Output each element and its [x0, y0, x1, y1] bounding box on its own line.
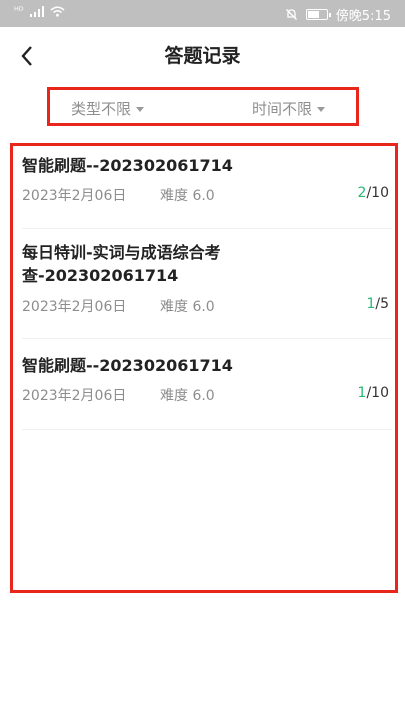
bell-off-icon [285, 8, 298, 21]
record-difficulty: 难度 6.0 [160, 388, 215, 404]
record-difficulty: 难度 6.0 [160, 299, 215, 315]
status-right: 傍晚5:15 [285, 5, 391, 24]
record-date: 2023年2月06日 [22, 299, 127, 315]
status-left: ᴴᴰ [14, 5, 65, 17]
score-total: /10 [366, 185, 389, 201]
record-title: 智能刷题--202302061714 [22, 156, 233, 175]
record-date: 2023年2月06日 [22, 388, 127, 404]
type-filter-label: 类型不限 [71, 100, 132, 118]
record-meta: 2023年2月06日 难度 6.0 1/5 [22, 296, 392, 316]
wifi-icon [50, 6, 65, 17]
score-total: /10 [366, 385, 389, 401]
time-filter-dropdown[interactable]: 时间不限 [252, 98, 326, 119]
score-total: /5 [375, 296, 389, 312]
time-filter-label: 时间不限 [252, 100, 313, 118]
record-date: 2023年2月06日 [22, 188, 127, 204]
record-meta: 2023年2月06日 难度 6.0 2/10 [22, 185, 392, 205]
filter-bar: 类型不限 时间不限 [47, 87, 359, 126]
caret-down-icon [136, 106, 145, 112]
record-score: 2/10 [358, 185, 389, 201]
status-time: 傍晚5:15 [335, 9, 391, 24]
record-item[interactable]: 每日特训-实词与成语综合考 查-202302061714 2023年2月06日 … [22, 241, 392, 339]
carrier-mark: ᴴᴰ [14, 6, 24, 17]
record-score: 1/10 [358, 385, 389, 401]
record-item[interactable]: 智能刷题--202302061714 2023年2月06日 难度 6.0 2/1… [22, 154, 392, 229]
type-filter-dropdown[interactable]: 类型不限 [71, 98, 145, 119]
record-title-line2: 查-202302061714 [22, 266, 179, 285]
record-list: 智能刷题--202302061714 2023年2月06日 难度 6.0 2/1… [10, 143, 398, 593]
page-title: 答题记录 [164, 45, 241, 67]
header: 答题记录 [0, 27, 405, 83]
caret-down-icon [317, 106, 326, 112]
record-item[interactable]: 智能刷题--202302061714 2023年2月06日 难度 6.0 1/1… [22, 354, 392, 430]
battery-icon [305, 9, 331, 20]
record-difficulty: 难度 6.0 [160, 188, 215, 204]
signal-icon [29, 5, 44, 17]
record-title: 每日特训-实词与成语综合考 [22, 243, 221, 262]
status-bar: ᴴᴰ 傍晚5:15 [0, 0, 405, 27]
record-meta: 2023年2月06日 难度 6.0 1/10 [22, 385, 392, 405]
record-score: 1/5 [366, 296, 389, 312]
record-title: 智能刷题--202302061714 [22, 356, 233, 375]
